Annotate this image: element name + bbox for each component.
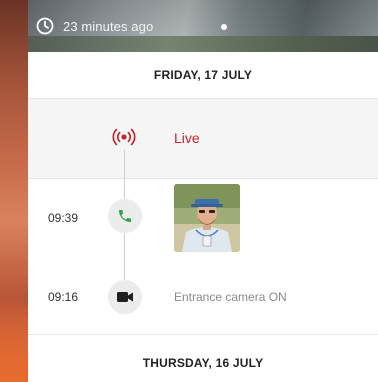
camera-event-label[interactable]: Entrance camera ON [174,290,287,304]
screen: 23 minutes ago FRIDAY, 17 JULY Live 09:3… [0,0,378,382]
date-header-friday: FRIDAY, 17 JULY [153,68,253,82]
live-broadcast-icon [112,128,136,146]
camera-event-badge [108,280,142,314]
carousel-indicator-dot[interactable] [221,24,227,30]
clock-icon [36,17,54,35]
live-row[interactable] [28,99,378,178]
date-header-thursday: THURSDAY, 16 JULY [142,356,264,370]
phone-call-icon [119,210,131,222]
latest-snapshot-banner[interactable]: 23 minutes ago [28,0,378,52]
call-event-badge [108,199,142,233]
visitor-snapshot-thumbnail[interactable] [174,184,240,252]
event-time-call: 09:39 [48,211,79,225]
snapshot-elapsed-time: 23 minutes ago [63,19,154,34]
visitor-snapshot [174,184,240,252]
event-history-card: 23 minutes ago FRIDAY, 17 JULY Live 09:3… [28,0,378,382]
event-time-camera: 09:16 [48,290,79,304]
video-camera-icon [117,292,133,302]
live-label[interactable]: Live [174,130,200,146]
divider [28,178,378,179]
divider [28,334,378,335]
banner-photo-ground [28,36,378,52]
